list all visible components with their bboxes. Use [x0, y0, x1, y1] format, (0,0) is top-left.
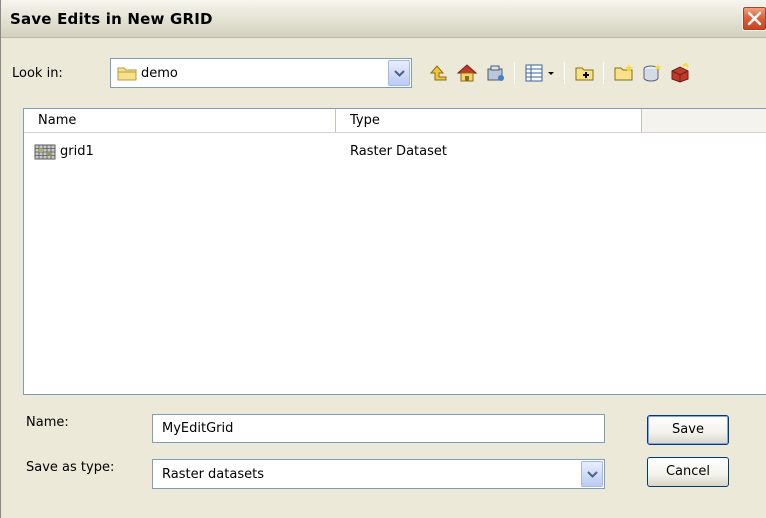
new-folder-button[interactable]: [610, 58, 638, 88]
raster-grid-icon: [34, 144, 56, 160]
new-folder-icon: [614, 64, 633, 81]
list-item[interactable]: grid1 Raster Dataset: [24, 141, 766, 163]
list-header: Name Type: [24, 109, 766, 133]
close-icon: [747, 11, 762, 26]
look-in-dropdown-button[interactable]: [388, 60, 410, 86]
view-menu-icon: [525, 64, 554, 82]
chevron-down-icon: [394, 70, 405, 77]
view-menu-button[interactable]: [521, 58, 557, 88]
up-one-level-icon: [429, 65, 447, 81]
home-icon: [456, 64, 478, 82]
chevron-down-icon: [587, 471, 598, 478]
toolbar-separator: [514, 62, 515, 84]
connect-folder-button[interactable]: [482, 58, 510, 88]
cancel-button[interactable]: Cancel: [647, 457, 729, 487]
look-in-value: demo: [141, 66, 178, 81]
title-bar[interactable]: Save Edits in New GRID: [1, 0, 766, 38]
new-geodatabase-icon: [643, 64, 662, 82]
home-button[interactable]: [453, 58, 481, 88]
column-header-name[interactable]: Name: [24, 109, 336, 132]
toolbar-separator: [603, 62, 604, 84]
column-header-label: Type: [350, 113, 380, 128]
column-header-filler: [642, 109, 766, 132]
column-header-label: Name: [38, 113, 77, 128]
save-as-type-label: Save as type:: [26, 460, 115, 475]
toolbox-button[interactable]: [666, 58, 694, 88]
save-as-type-combobox[interactable]: Raster datasets: [152, 459, 605, 489]
new-geodatabase-button[interactable]: [638, 58, 666, 88]
name-field[interactable]: [152, 414, 605, 443]
column-header-type[interactable]: Type: [336, 109, 642, 132]
save-as-type-dropdown-button[interactable]: [581, 461, 603, 487]
look-in-label: Look in:: [12, 66, 63, 81]
close-button[interactable]: [742, 6, 766, 31]
look-in-combobox[interactable]: demo: [110, 58, 412, 88]
up-one-level-button[interactable]: [424, 58, 452, 88]
toolbox-icon: [671, 63, 689, 83]
save-dialog: Save Edits in New GRID Look in: demo Nam…: [0, 0, 766, 518]
window-title: Save Edits in New GRID: [10, 10, 213, 28]
file-list[interactable]: Name Type grid1 Raster Dataset: [23, 108, 766, 395]
add-data-button[interactable]: [571, 58, 599, 88]
list-item-name: grid1: [60, 144, 94, 159]
connect-folder-icon: [487, 65, 504, 81]
folder-icon: [117, 67, 137, 81]
save-as-type-value: Raster datasets: [162, 467, 264, 482]
list-item-type: Raster Dataset: [350, 144, 447, 159]
toolbar-separator: [564, 62, 565, 84]
name-label: Name:: [26, 415, 69, 430]
save-button[interactable]: Save: [647, 415, 729, 445]
add-data-icon: [575, 67, 594, 81]
